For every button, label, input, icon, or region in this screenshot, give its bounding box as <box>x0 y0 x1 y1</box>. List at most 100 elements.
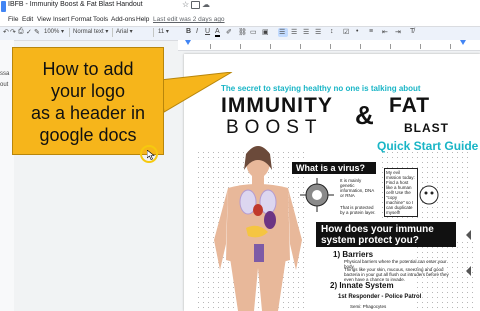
outline-item[interactable]: ssa <box>0 71 9 77</box>
doc-title-boost: BOOST <box>226 117 323 138</box>
menu-insert[interactable]: Insert <box>53 16 69 23</box>
callout-line: How to add <box>42 59 134 79</box>
responder-label: 1st Responder - Police Patrol <box>338 294 422 300</box>
immune-heading: How does your immune system protect you? <box>316 222 456 247</box>
document-title[interactable]: IBFB - Immunity Boost & Fat Blast Handou… <box>8 1 143 8</box>
increase-indent-icon[interactable]: ⇥ <box>395 28 401 36</box>
font-value: Arial <box>116 29 129 35</box>
cloud-status-icon[interactable]: ☁ <box>202 0 210 9</box>
font-select[interactable]: Arial ▾ <box>116 28 152 37</box>
comment-icon[interactable]: ▭ <box>250 28 257 36</box>
link-icon[interactable]: ⛓ <box>238 28 247 36</box>
style-select[interactable]: Normal text ▾ <box>73 28 111 37</box>
toolbar-divider <box>69 28 70 37</box>
menu-addons[interactable]: Add-ons <box>111 16 135 23</box>
ruler-tick <box>240 44 241 49</box>
doc-title-fat: FAT <box>389 94 431 117</box>
innate-label: 2) Innate System <box>330 281 394 290</box>
right-indent-marker[interactable] <box>460 40 466 45</box>
barriers-label: 1) Barriers <box>333 250 374 259</box>
ruler-tick <box>330 44 331 49</box>
virus-character-body <box>419 185 439 205</box>
folder-move-icon[interactable] <box>191 1 200 9</box>
menu-tools[interactable]: Tools <box>93 16 108 23</box>
star-icon[interactable]: ☆ <box>182 0 189 9</box>
ruler-tick <box>390 44 391 49</box>
ruler-tick <box>420 44 421 49</box>
checklist-icon[interactable]: ☑ <box>343 28 349 36</box>
doc-title-ampersand: & <box>355 100 374 130</box>
ruler-tick <box>270 44 271 49</box>
mission-box: My evil mission today: Find a host like … <box>384 168 418 217</box>
font-size-value: 11 <box>158 29 165 35</box>
doc-tagline: The secret to staying healthy no one is … <box>221 84 421 93</box>
image-icon[interactable]: ▣ <box>262 28 269 36</box>
left-indent-marker[interactable] <box>185 40 191 45</box>
toolbar-divider <box>112 28 113 37</box>
undo-icon[interactable]: ↶ <box>3 28 9 36</box>
text-color-button[interactable]: A <box>215 28 220 37</box>
ruler-tick <box>450 44 451 49</box>
legs-shape <box>230 258 286 311</box>
virus-fact-2: That is protected by a protein layer. <box>340 205 376 215</box>
doc-title-blast: BLAST <box>404 121 449 135</box>
virus-fact-1: It is mainly genetic information, DNA or… <box>340 178 375 198</box>
redo-icon[interactable]: ↷ <box>10 28 16 36</box>
intestine-shape <box>254 244 264 262</box>
scroll-arrow-icon[interactable] <box>466 266 471 276</box>
virus-heading: What is a virus? <box>292 162 376 174</box>
virus-icon <box>300 178 334 212</box>
font-size-select[interactable]: 11 ▾ <box>158 28 180 37</box>
docs-logo-icon[interactable] <box>1 1 6 12</box>
menu-help[interactable]: Help <box>136 16 149 23</box>
menu-format[interactable]: Format <box>71 16 92 23</box>
virus-character-eye <box>430 191 434 195</box>
scroll-arrow-icon[interactable] <box>466 230 471 240</box>
toolbar-divider <box>153 28 154 37</box>
align-right-icon[interactable]: ☰ <box>303 28 309 36</box>
line-spacing-icon[interactable]: ↕ <box>330 28 334 35</box>
align-center-icon[interactable]: ☰ <box>291 28 297 36</box>
virus-character-icon <box>419 185 439 205</box>
immune-heading-line2: system protect you? <box>321 235 419 246</box>
outline-item[interactable]: out <box>0 82 8 88</box>
mouse-pointer-icon <box>147 150 155 160</box>
menu-file[interactable]: File <box>8 16 18 23</box>
immune-heading-line1: How does your immune <box>321 224 434 235</box>
doc-subtitle: Quick Start Guide <box>377 139 479 153</box>
align-left-icon[interactable]: ☰ <box>279 28 285 36</box>
ruler-tick <box>210 44 211 49</box>
bulleted-list-icon[interactable]: • <box>356 28 358 35</box>
italic-button[interactable]: I <box>196 28 198 35</box>
callout-pointer <box>160 72 233 113</box>
callout-line: google docs <box>39 125 137 145</box>
callout-line: as a header in <box>30 103 146 123</box>
ruler-tick <box>360 44 361 49</box>
menu-view[interactable]: View <box>37 16 51 23</box>
last-edit-link[interactable]: Last edit was 2 days ago <box>153 16 225 23</box>
virus-core <box>312 190 322 200</box>
decrease-indent-icon[interactable]: ⇤ <box>382 28 388 36</box>
responder-item: Semi: Phagocytes <box>350 304 387 309</box>
align-justify-icon[interactable]: ☰ <box>315 28 321 36</box>
callout-pointer-shape <box>160 72 233 113</box>
underline-button[interactable]: U <box>205 28 210 35</box>
menu-edit[interactable]: Edit <box>22 16 33 23</box>
numbered-list-icon[interactable]: ≡ <box>369 28 373 35</box>
spellcheck-icon[interactable]: ✓ <box>26 28 32 36</box>
paint-format-icon[interactable]: ✎ <box>34 28 40 36</box>
left-arm-shape <box>214 188 228 270</box>
heart-shape <box>253 204 263 216</box>
highlight-icon[interactable]: ✐ <box>226 28 232 36</box>
bold-button[interactable]: B <box>186 28 191 35</box>
virus-character-eye <box>424 191 428 195</box>
clear-formatting-icon[interactable]: T̸ <box>410 28 414 35</box>
zoom-select[interactable]: 100% ▾ <box>44 28 68 37</box>
spleen-shape <box>264 211 276 229</box>
zoom-value: 100% <box>44 29 60 35</box>
print-icon[interactable]: ⎙ <box>18 28 24 36</box>
ruler-tick <box>300 44 301 49</box>
barriers-text-2: Things like your skin, mucous, sneezing … <box>344 267 449 282</box>
style-value: Normal text <box>73 29 104 35</box>
horizontal-ruler[interactable] <box>178 40 480 51</box>
